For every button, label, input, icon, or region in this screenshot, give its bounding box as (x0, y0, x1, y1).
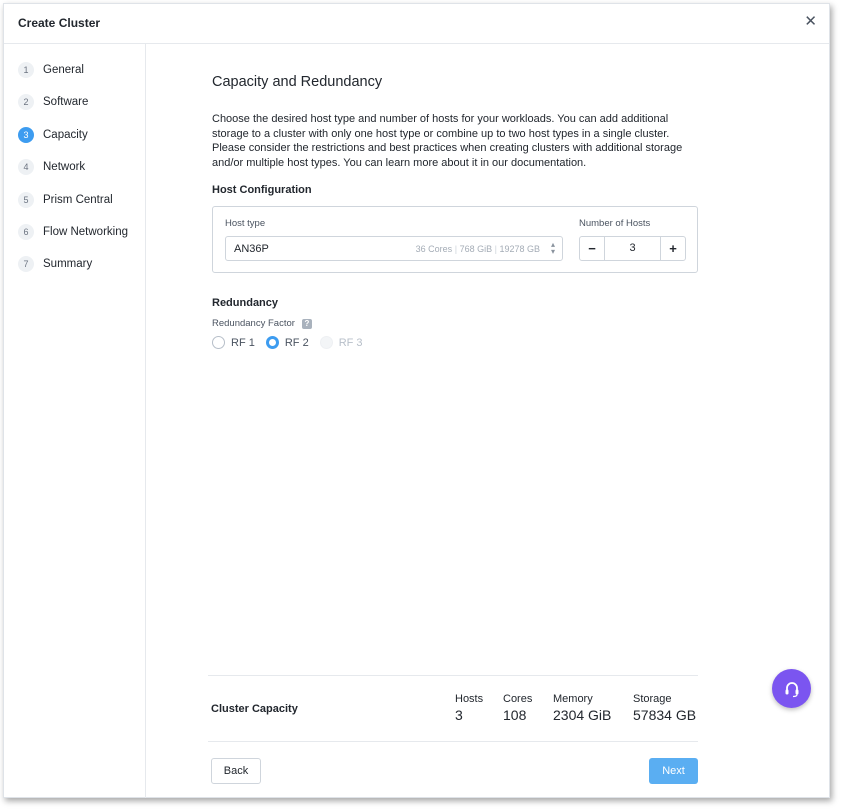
redundancy-factor-text: Redundancy Factor (212, 318, 295, 329)
close-icon[interactable]: ✕ (804, 14, 817, 30)
divider (208, 741, 698, 742)
stat-label: Memory (553, 693, 593, 705)
step-number: 5 (18, 192, 34, 208)
back-button[interactable]: Back (211, 758, 261, 784)
help-icon[interactable]: ? (301, 318, 312, 329)
step-software[interactable]: 2 Software (18, 93, 88, 111)
capacity-stat-cores: Cores 108 (503, 693, 532, 723)
host-type-specs: 36 Cores | 768 GiB | 19278 GB (415, 244, 540, 254)
step-number: 1 (18, 62, 34, 78)
capacity-stat-hosts: Hosts 3 (455, 693, 483, 723)
rf2-radio[interactable]: RF 2 (265, 336, 309, 349)
step-number: 7 (18, 256, 34, 272)
step-label: Software (43, 96, 89, 108)
stat-value: 57834 GB (633, 707, 697, 723)
step-flow-networking[interactable]: 6 Flow Networking (18, 223, 128, 241)
create-cluster-dialog: Create Cluster ✕ 1 General 2 Software 3 … (3, 3, 830, 798)
wizard-steps-sidebar: 1 General 2 Software 3 Capacity 4 Networ… (4, 44, 146, 798)
host-type-select[interactable]: AN36P 36 Cores | 768 GiB | 19278 GB ▴ ▾ (225, 236, 563, 261)
host-configuration-heading: Host Configuration (212, 184, 312, 196)
radio-circle (265, 336, 279, 349)
host-type-label: Host type (225, 218, 266, 229)
stat-label: Hosts (455, 693, 484, 705)
cluster-capacity-title: Cluster Capacity (211, 703, 298, 715)
page-title: Capacity and Redundancy (212, 74, 383, 90)
step-label: Prism Central (43, 194, 113, 206)
stat-value: 2304 GiB (553, 707, 612, 723)
radio-circle (319, 336, 333, 349)
redundancy-factor-label: Redundancy Factor ? (212, 318, 312, 329)
rf3-radio: RF 3 (319, 336, 363, 349)
support-headset-icon[interactable] (772, 669, 811, 708)
capacity-stat-memory: Memory 2304 GiB (553, 693, 611, 723)
next-button[interactable]: Next (649, 758, 698, 784)
radio-label: RF 1 (231, 336, 255, 349)
stat-value: 3 (455, 707, 463, 723)
step-capacity[interactable]: 3 Capacity (18, 126, 88, 144)
step-number: 2 (18, 94, 34, 110)
dialog-header: Create Cluster ✕ (4, 4, 829, 44)
number-of-hosts-stepper: − 3 + (579, 236, 686, 261)
number-of-hosts-label: Number of Hosts (579, 218, 651, 229)
stat-value: 108 (503, 707, 527, 723)
radio-circle (212, 336, 225, 349)
radio-label: RF 2 (284, 336, 309, 349)
stat-label: Cores (503, 693, 533, 705)
step-number: 3 (18, 127, 34, 143)
step-number: 6 (18, 224, 34, 240)
step-label: Network (43, 161, 86, 173)
increment-button[interactable]: + (660, 237, 685, 260)
step-network[interactable]: 4 Network (18, 158, 85, 176)
page-description: Choose the desired host type and number … (212, 113, 683, 169)
redundancy-factor-radio-group: RF 1 RF 2 RF 3 (212, 336, 374, 349)
step-general[interactable]: 1 General (18, 61, 84, 79)
capacity-stat-storage: Storage 57834 GB (633, 693, 696, 723)
number-of-hosts-input[interactable]: 3 (605, 237, 660, 260)
step-label: Summary (43, 258, 93, 270)
step-label: Flow Networking (43, 226, 128, 238)
redundancy-heading: Redundancy (212, 297, 279, 309)
stat-label: Storage (633, 693, 672, 705)
host-configuration-box: Host type AN36P 36 Cores | 768 GiB | 192… (212, 206, 698, 273)
select-arrows-icon: ▴ ▾ (550, 240, 555, 256)
rf1-radio[interactable]: RF 1 (212, 336, 255, 349)
step-number: 4 (18, 159, 34, 175)
divider (208, 675, 698, 676)
dialog-title: Create Cluster (18, 16, 101, 30)
host-type-value: AN36P (234, 243, 269, 255)
step-label: General (43, 64, 84, 76)
radio-label: RF 3 (338, 336, 363, 349)
decrement-button[interactable]: − (580, 237, 605, 260)
step-label: Capacity (43, 129, 88, 141)
step-summary[interactable]: 7 Summary (18, 255, 92, 273)
step-prism-central[interactable]: 5 Prism Central (18, 191, 113, 209)
